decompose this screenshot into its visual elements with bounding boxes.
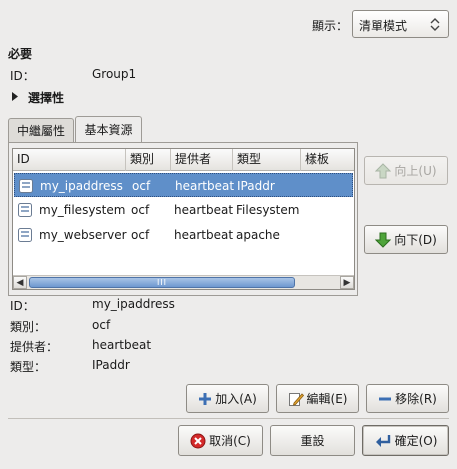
ok-label: 確定(O) (394, 434, 438, 448)
ok-button[interactable]: 確定(O) (362, 425, 449, 456)
move-down-button[interactable]: 向下(D) (364, 225, 448, 254)
display-mode-value: 清單模式 (359, 19, 408, 33)
cell-id: my_webserver (39, 228, 127, 242)
column-header-class[interactable]: 類別 (126, 149, 171, 171)
cell-id: my_ipaddress (40, 179, 123, 193)
list-header: ID 類別 提供者 類型 樣板 (13, 149, 354, 171)
cell-provider: heartbeat (174, 228, 234, 242)
detail-provider-label: 提供者： (10, 340, 59, 354)
ok-return-icon (374, 433, 392, 449)
cell-id: my_filesystem (39, 203, 126, 217)
detail-class-value: ocf (92, 318, 111, 332)
table-row[interactable]: my_filesystem ocf heartbeat Filesystem (14, 198, 353, 222)
column-header-type[interactable]: 類型 (233, 149, 301, 171)
reset-button[interactable]: 重設 (270, 425, 355, 456)
tab-label: 中繼屬性 (16, 124, 65, 138)
remove-button[interactable]: 移除(R) (366, 384, 449, 413)
tab-primitive-resources[interactable]: 基本資源 (75, 116, 142, 142)
edit-button[interactable]: 編輯(E) (276, 384, 359, 413)
remove-label: 移除(R) (395, 392, 437, 406)
detail-type-label: 類型： (10, 360, 47, 374)
detail-class-label: 類別： (10, 320, 47, 334)
optional-section-title: 選擇性 (28, 91, 65, 105)
edit-label: 編輯(E) (306, 392, 348, 406)
add-label: 加入(A) (215, 392, 257, 406)
required-id-label: ID： (10, 69, 35, 83)
display-label: 顯示： (312, 19, 349, 33)
cell-class: ocf (132, 179, 151, 193)
cell-class: ocf (131, 228, 150, 242)
plus-icon (198, 392, 212, 406)
cancel-button[interactable]: 取消(C) (178, 425, 263, 456)
reset-label: 重設 (300, 434, 325, 448)
divider (8, 418, 449, 419)
move-down-label: 向下(D) (394, 233, 437, 247)
tab-meta-attributes[interactable]: 中繼屬性 (8, 118, 74, 142)
expander-arrow-icon (10, 91, 20, 105)
cancel-icon (190, 433, 206, 449)
resource-icon (17, 202, 33, 221)
resource-icon (18, 178, 34, 197)
cell-type: apache (236, 228, 280, 242)
edit-pencil-icon (288, 391, 304, 407)
cell-type: Filesystem (236, 203, 300, 217)
detail-id-label: ID： (10, 299, 35, 313)
detail-type-value: IPaddr (92, 358, 130, 372)
move-up-button[interactable]: 向上(U) (364, 156, 448, 185)
cell-class: ocf (131, 203, 150, 217)
column-header-template[interactable]: 樣板 (301, 149, 354, 171)
updown-arrows-icon (428, 17, 442, 35)
column-header-provider[interactable]: 提供者 (171, 149, 233, 171)
cell-provider: heartbeat (175, 179, 235, 193)
detail-id-value: my_ipaddress (92, 297, 175, 311)
detail-provider-value: heartbeat (92, 338, 152, 352)
move-up-label: 向上(U) (394, 164, 437, 178)
scroll-left-icon[interactable]: ◀ (13, 276, 27, 289)
required-section-title: 必要 (8, 47, 33, 61)
required-id-value: Group1 (92, 67, 137, 81)
scroll-thumb-grip: III (156, 278, 168, 287)
tab-label: 基本資源 (84, 123, 133, 137)
scroll-thumb[interactable]: III (29, 277, 295, 288)
cell-provider: heartbeat (174, 203, 234, 217)
column-header-id[interactable]: ID (13, 149, 126, 171)
display-mode-select[interactable]: 清單模式 (352, 10, 449, 38)
cell-type: IPaddr (237, 179, 275, 193)
resource-icon (17, 227, 33, 246)
scroll-right-icon[interactable]: ▶ (340, 276, 354, 289)
minus-icon (378, 392, 392, 406)
table-row[interactable]: my_ipaddress ocf heartbeat IPaddr (14, 173, 353, 197)
arrow-up-icon (375, 162, 392, 179)
horizontal-scrollbar[interactable]: ◀ III ▶ (13, 275, 354, 289)
cancel-label: 取消(C) (209, 434, 251, 448)
table-row[interactable]: my_webserver ocf heartbeat apache (14, 223, 353, 247)
arrow-down-icon (375, 232, 392, 248)
add-button[interactable]: 加入(A) (186, 384, 269, 413)
optional-expander[interactable]: 選擇性 (8, 88, 108, 106)
resource-list[interactable]: ID 類別 提供者 類型 樣板 my_ipaddress ocf heartbe… (12, 148, 355, 290)
